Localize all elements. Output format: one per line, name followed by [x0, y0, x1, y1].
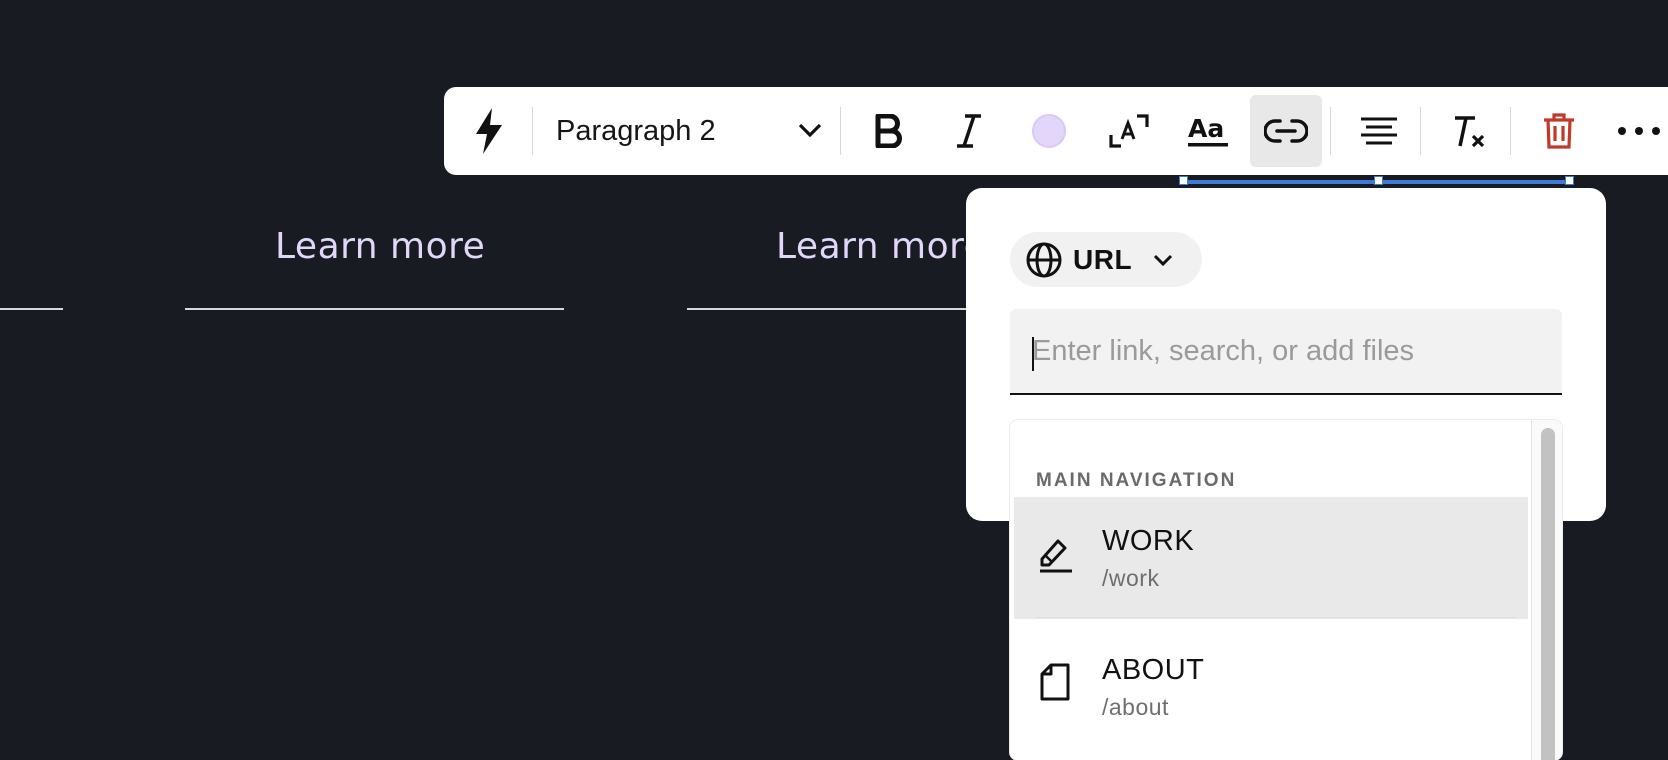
text-color-button[interactable] — [1014, 87, 1084, 175]
scrollbar-thumb[interactable] — [1541, 428, 1555, 760]
link-type-select[interactable]: URL — [1010, 232, 1202, 287]
italic-icon — [957, 114, 981, 148]
align-center-icon — [1361, 117, 1397, 145]
chevron-down-icon — [798, 123, 822, 138]
text-style-button[interactable]: Aa — [1174, 87, 1244, 175]
lightning-icon — [476, 108, 502, 154]
chevron-down-icon — [1153, 254, 1173, 266]
learn-more-link-1[interactable]: Learn more — [275, 226, 485, 267]
text-size-button[interactable] — [1094, 87, 1164, 175]
learn-more-link-2[interactable]: Learn more — [776, 226, 986, 267]
selection-handle-left[interactable] — [1179, 176, 1188, 185]
nav-item-path: /about — [1102, 694, 1169, 720]
link-button[interactable] — [1250, 87, 1322, 175]
trash-icon — [1544, 113, 1574, 149]
quick-actions-button[interactable] — [464, 87, 514, 175]
text-format-toolbar: Paragraph 2 Aa — [444, 87, 1668, 175]
delete-button[interactable] — [1524, 87, 1594, 175]
svg-text:Aa: Aa — [1188, 114, 1224, 143]
link-type-label: URL — [1073, 243, 1133, 275]
selection-handle-middle[interactable] — [1374, 176, 1383, 185]
align-button[interactable] — [1344, 87, 1414, 175]
block-type-select[interactable]: Paragraph 2 — [556, 87, 831, 175]
text-cursor — [1032, 337, 1034, 371]
clear-formatting-button[interactable] — [1434, 87, 1504, 175]
page-icon — [1040, 663, 1070, 701]
nav-item-about[interactable]: ABOUT /about — [1014, 626, 1528, 748]
bold-icon — [875, 114, 902, 148]
selection-handle-right[interactable] — [1565, 176, 1574, 185]
bold-button[interactable] — [854, 87, 924, 175]
font-style-icon: Aa — [1188, 114, 1228, 147]
link-icon — [1264, 119, 1308, 143]
link-search-input[interactable] — [1010, 309, 1562, 395]
italic-button[interactable] — [934, 87, 1004, 175]
toolbar-separator — [532, 107, 533, 155]
divider-line-left — [0, 308, 63, 310]
nav-item-title: WORK — [1102, 525, 1195, 557]
clear-format-icon — [1455, 116, 1485, 148]
toolbar-separator — [840, 107, 841, 155]
item-divider — [1036, 617, 1516, 618]
nav-item-work[interactable]: WORK /work — [1014, 497, 1528, 619]
learn-more-underline-1 — [185, 308, 564, 310]
scrollbar-track[interactable] — [1531, 420, 1562, 760]
globe-icon — [1026, 242, 1062, 277]
text-color-swatch — [1032, 114, 1066, 148]
nav-item-title: ABOUT — [1102, 654, 1205, 686]
block-type-label: Paragraph 2 — [556, 114, 716, 147]
edit-pen-icon — [1040, 539, 1072, 573]
toolbar-separator — [1510, 107, 1511, 155]
link-suggestions-dropdown: MAIN NAVIGATION WORK /work ABOUT /about — [1010, 420, 1562, 760]
resize-text-icon — [1109, 114, 1149, 148]
learn-more-underline-2 — [687, 308, 987, 310]
section-heading: MAIN NAVIGATION — [1036, 470, 1237, 491]
toolbar-separator — [1420, 107, 1421, 155]
more-options-button[interactable] — [1604, 87, 1668, 175]
more-horizontal-icon — [1618, 127, 1660, 135]
toolbar-separator — [1330, 107, 1331, 155]
nav-item-path: /work — [1102, 565, 1160, 591]
